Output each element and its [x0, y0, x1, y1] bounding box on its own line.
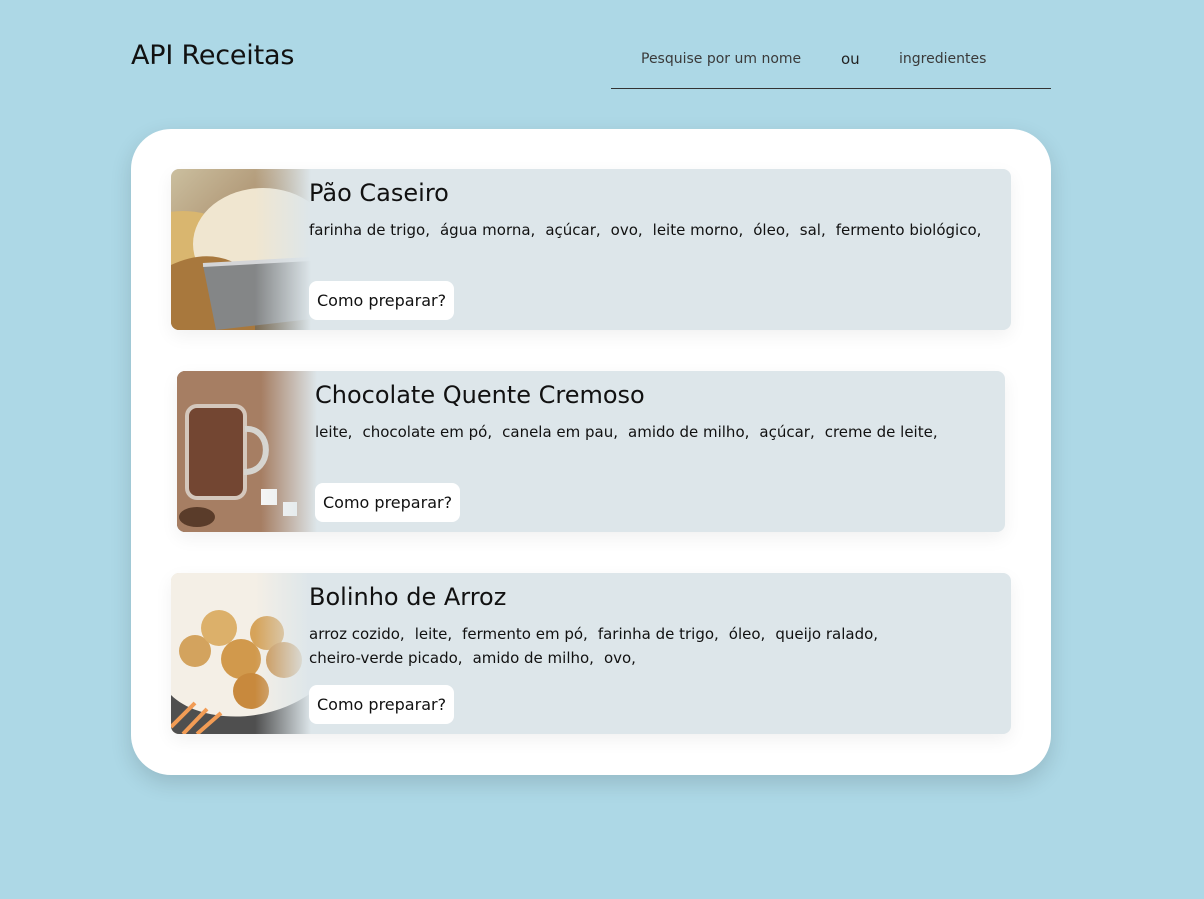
ingredient-item: amido de milho, [628, 422, 750, 441]
how-to-prepare-button[interactable]: Como preparar? [309, 685, 455, 724]
ingredient-item: leite, [315, 422, 353, 441]
ingredient-list: leite, chocolate em pó, canela em pau, a… [315, 420, 993, 444]
ingredients-search-input[interactable] [897, 50, 1021, 68]
how-to-prepare-button[interactable]: Como preparar? [315, 483, 461, 522]
ingredient-item: água morna, [439, 220, 536, 239]
recipes-panel: Pão Caseiro farinha de trigo, água morna… [131, 129, 1051, 775]
how-to-prepare-button[interactable]: Como preparar? [309, 281, 455, 320]
recipe-title: Chocolate Quente Cremoso [315, 381, 645, 409]
hot-chocolate-image-icon [177, 371, 317, 532]
recipe-title: Bolinho de Arroz [309, 583, 507, 611]
ingredient-item: chocolate em pó, [362, 422, 493, 441]
ingredient-item: queijo ralado, [775, 624, 879, 643]
ingredient-item: fermento biológico, [835, 220, 982, 239]
ingredient-item: cheiro-verde picado, [309, 648, 463, 667]
ingredient-item: óleo, [728, 624, 766, 643]
site-title: API Receitas [131, 40, 295, 71]
bread-image-icon [171, 188, 311, 330]
recipe-content: Chocolate Quente Cremoso leite, chocolat… [315, 381, 993, 522]
recipe-thumbnail [177, 371, 317, 532]
ingredient-item: creme de leite, [824, 422, 938, 441]
site-header: API Receitas ou [131, 38, 1051, 90]
recipe-card-pao-caseiro: Pão Caseiro farinha de trigo, água morna… [171, 169, 1011, 330]
recipe-thumbnail [171, 169, 311, 330]
recipe-content: Bolinho de Arroz arroz cozido, leite, fe… [309, 583, 999, 724]
ingredient-item: canela em pau, [502, 422, 619, 441]
recipe-title: Pão Caseiro [309, 179, 449, 207]
ingredient-item: fermento em pó, [462, 624, 588, 643]
ingredient-list: arroz cozido, leite, fermento em pó, far… [309, 622, 999, 670]
recipe-thumbnail [171, 573, 311, 734]
ingredient-item: arroz cozido, [309, 624, 405, 643]
ingredient-item: açúcar, [759, 422, 815, 441]
ingredient-item: farinha de trigo, [597, 624, 719, 643]
rice-balls-image-icon [171, 573, 311, 734]
recipe-content: Pão Caseiro farinha de trigo, água morna… [309, 179, 999, 320]
ingredient-item: sal, [799, 220, 826, 239]
search-separator: ou [841, 50, 860, 68]
ingredient-item: óleo, [753, 220, 790, 239]
ingredient-item: ovo, [603, 648, 636, 667]
ingredient-item: leite, [414, 624, 453, 643]
recipe-card-bolinho-de-arroz: Bolinho de Arroz arroz cozido, leite, fe… [171, 573, 1011, 734]
ingredient-item: açúcar, [545, 220, 601, 239]
ingredient-item: ovo, [610, 220, 643, 239]
recipe-name-search-input[interactable] [639, 50, 823, 68]
ingredient-item: farinha de trigo, [309, 220, 430, 239]
search-bar: ou [611, 38, 1051, 89]
ingredient-item: leite morno, [652, 220, 744, 239]
recipe-card-chocolate-quente: Chocolate Quente Cremoso leite, chocolat… [177, 371, 1005, 532]
ingredient-item: amido de milho, [472, 648, 594, 667]
ingredient-list: farinha de trigo, água morna, açúcar, ov… [309, 218, 999, 242]
